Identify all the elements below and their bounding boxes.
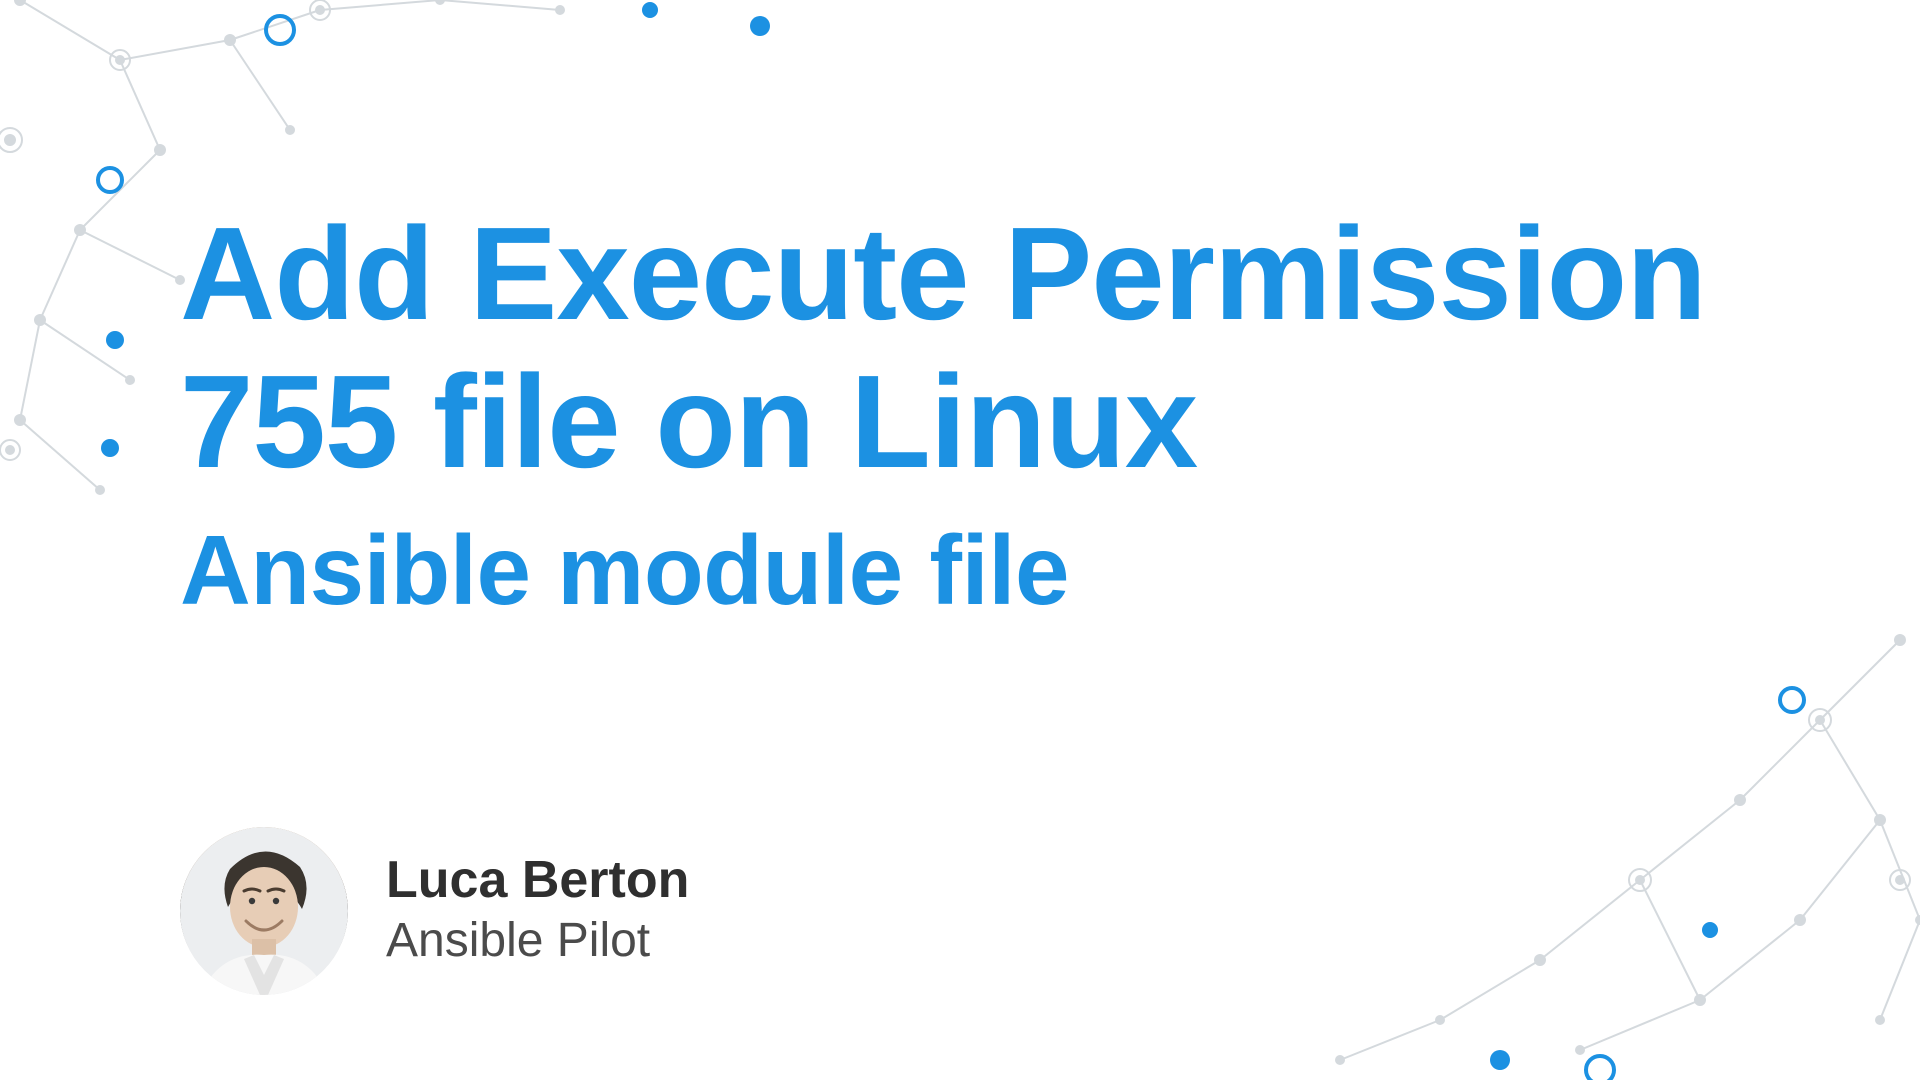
author-avatar (180, 827, 348, 995)
author-text: Luca Berton Ansible Pilot (386, 851, 689, 971)
author-name: Luca Berton (386, 851, 689, 911)
title-line-2: 755 file on Linux (180, 348, 1197, 495)
author-role: Ansible Pilot (386, 911, 689, 971)
title-line-1: Add Execute Permission (180, 200, 1706, 347)
slide-title: Add Execute Permission 755 file on Linux (180, 200, 1740, 496)
author-block: Luca Berton Ansible Pilot (180, 827, 689, 995)
slide-subtitle: Ansible module file (180, 514, 1740, 627)
slide-container: Add Execute Permission 755 file on Linux… (0, 0, 1920, 1080)
person-icon (180, 827, 348, 995)
